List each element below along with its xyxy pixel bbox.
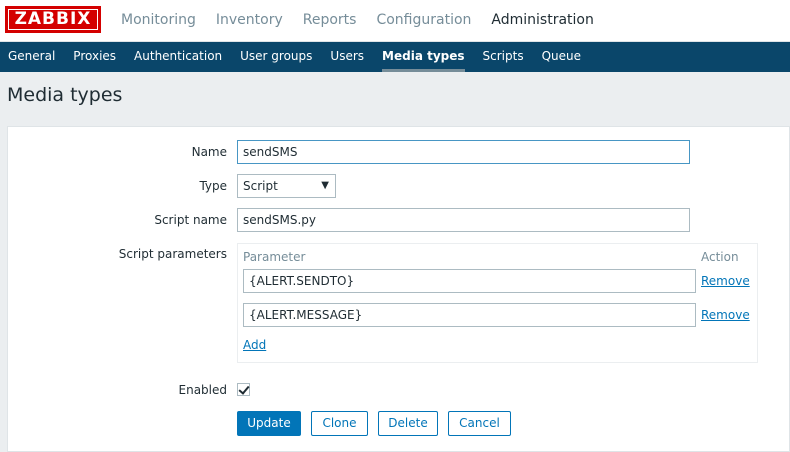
- subnav-proxies[interactable]: Proxies: [65, 42, 126, 72]
- name-label: Name: [191, 145, 227, 159]
- topnav-inventory[interactable]: Inventory: [206, 0, 293, 42]
- script-name-label: Script name: [154, 213, 227, 227]
- script-name-input[interactable]: sendSMS.py: [237, 208, 690, 232]
- type-select[interactable]: Script ▼: [237, 174, 336, 198]
- chevron-down-icon: ▼: [321, 180, 329, 191]
- delete-button[interactable]: Delete: [378, 411, 438, 436]
- sub-navigation: General Proxies Authentication User grou…: [0, 42, 790, 72]
- subnav-media-types[interactable]: Media types: [374, 42, 475, 72]
- add-param-button[interactable]: Add: [243, 338, 266, 352]
- clone-button[interactable]: Clone: [311, 411, 368, 436]
- param-input-1[interactable]: {ALERT.SENDTO}: [243, 269, 696, 293]
- update-button[interactable]: Update: [237, 411, 301, 436]
- topnav-administration[interactable]: Administration: [481, 0, 603, 42]
- script-params-label: Script parameters: [118, 247, 227, 261]
- topnav-reports[interactable]: Reports: [293, 0, 367, 42]
- param-remove-button-2[interactable]: Remove: [701, 308, 750, 322]
- top-bar: ZABBIX Monitoring Inventory Reports Conf…: [0, 0, 790, 42]
- subnav-authentication[interactable]: Authentication: [126, 42, 232, 72]
- enabled-label: Enabled: [178, 383, 228, 397]
- params-header-action: Action: [701, 250, 739, 264]
- type-select-value: Script: [243, 179, 278, 193]
- logo-text: ZABBIX: [8, 9, 98, 30]
- top-navigation: Monitoring Inventory Reports Configurati…: [111, 0, 604, 42]
- type-label: Type: [199, 179, 227, 193]
- page-title: Media types: [7, 84, 123, 106]
- subnav-user-groups[interactable]: User groups: [232, 42, 322, 72]
- params-header-parameter: Parameter: [243, 250, 306, 264]
- subnav-users[interactable]: Users: [322, 42, 374, 72]
- topnav-monitoring[interactable]: Monitoring: [111, 0, 206, 42]
- name-input[interactable]: sendSMS: [237, 140, 690, 164]
- zabbix-logo[interactable]: ZABBIX: [5, 6, 101, 33]
- subnav-general[interactable]: General: [0, 42, 65, 72]
- topnav-configuration[interactable]: Configuration: [366, 0, 481, 42]
- param-remove-button-1[interactable]: Remove: [701, 274, 750, 288]
- cancel-button[interactable]: Cancel: [448, 411, 511, 436]
- subnav-queue[interactable]: Queue: [534, 42, 591, 72]
- subnav-scripts[interactable]: Scripts: [475, 42, 534, 72]
- param-input-2[interactable]: {ALERT.MESSAGE}: [243, 303, 696, 327]
- enabled-checkbox[interactable]: [237, 383, 250, 396]
